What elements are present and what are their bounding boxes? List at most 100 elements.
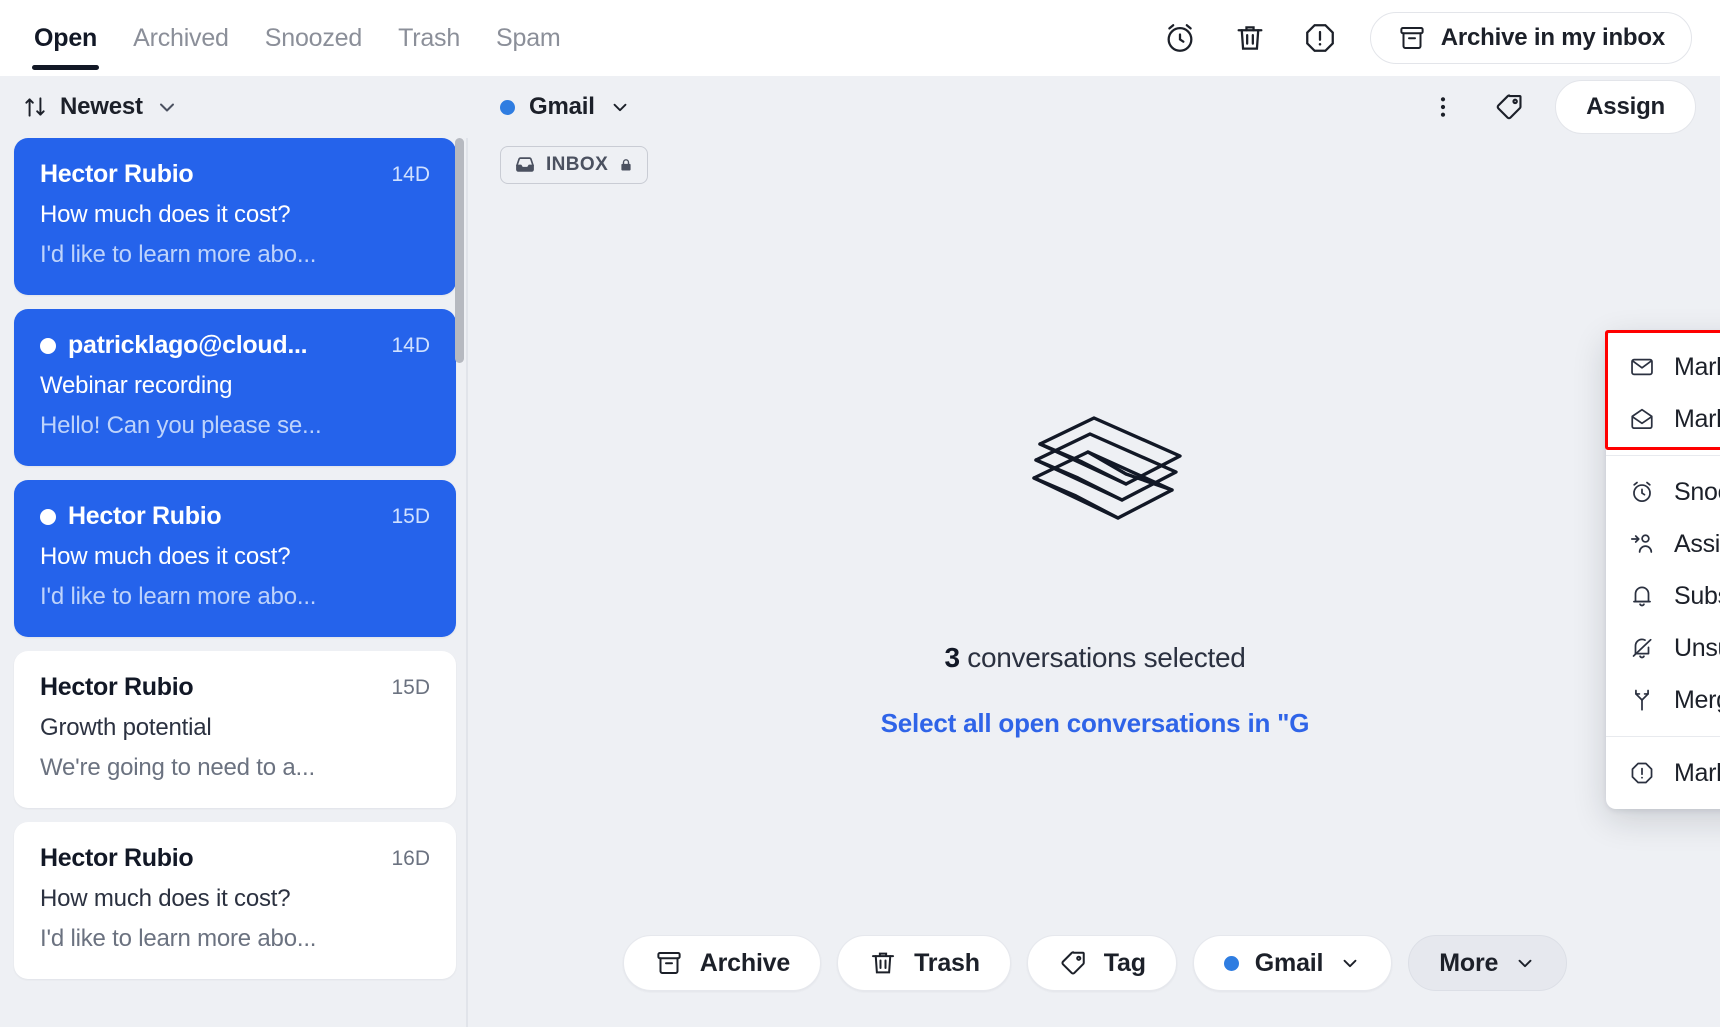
- alarm-clock-icon: [1628, 479, 1656, 505]
- menu-item-label: Assign: [1674, 529, 1720, 558]
- more-actions-menu[interactable]: Mark as unread Mark as read: [1605, 330, 1720, 809]
- alarm-clock-icon[interactable]: [1160, 18, 1200, 58]
- archive-in-my-inbox-label: Archive in my inbox: [1440, 24, 1665, 51]
- tab-trash[interactable]: Trash: [380, 0, 478, 76]
- menu-group-read-state: Mark as unread Mark as read: [1606, 331, 1720, 455]
- menu-item-mark-as-read[interactable]: Mark as read: [1606, 393, 1720, 445]
- list-item-age: 14D: [391, 333, 430, 357]
- menu-item-subscribe[interactable]: Subscribe: [1606, 570, 1720, 622]
- detail-header-actions: Assign: [1423, 80, 1696, 134]
- archive-button-label: Archive: [699, 948, 791, 977]
- list-item-age: 15D: [391, 504, 430, 528]
- tag-icon[interactable]: [1489, 87, 1529, 127]
- octagon-alert-icon: [1628, 760, 1656, 786]
- gmail-channel-button[interactable]: Gmail: [1192, 935, 1393, 991]
- conversation-detail-column: Gmail Assign INBOX 3 conversations selec…: [470, 76, 1720, 1027]
- list-item-header: Hector Rubio 15D: [40, 673, 430, 702]
- tag-icon: [1058, 948, 1088, 978]
- inbox-badge-label: INBOX: [546, 154, 609, 175]
- sort-control[interactable]: Newest: [0, 76, 470, 138]
- menu-item-label: Snooze: [1674, 477, 1720, 506]
- tab-archived[interactable]: Archived: [115, 0, 247, 76]
- column-divider: [466, 138, 468, 1027]
- menu-item-mark-as-unread[interactable]: Mark as unread: [1606, 341, 1720, 393]
- menu-item-assign[interactable]: Assign: [1606, 518, 1720, 570]
- envelope-open-icon: [1628, 406, 1656, 432]
- unread-dot-icon: [40, 508, 56, 525]
- octagon-alert-icon[interactable]: [1300, 18, 1340, 58]
- channel-label: Gmail: [529, 93, 595, 120]
- conversation-list-scrollbar[interactable]: [455, 138, 464, 363]
- list-item[interactable]: Hector Rubio 14D How much does it cost? …: [14, 138, 456, 295]
- archive-box-icon: [1397, 23, 1427, 53]
- list-item-sender: Hector Rubio: [68, 502, 222, 530]
- tab-label: Snoozed: [264, 23, 363, 52]
- menu-item-snooze[interactable]: Snooze: [1606, 466, 1720, 518]
- top-bar-actions: Archive in my inbox: [1160, 12, 1692, 64]
- list-item[interactable]: Hector Rubio 15D Growth potential We're …: [14, 651, 456, 808]
- trash-button-label: Trash: [914, 948, 980, 977]
- assign-label: Assign: [1586, 93, 1665, 120]
- lock-icon: [618, 157, 634, 173]
- person-arrow-icon: [1628, 531, 1656, 557]
- tab-open[interactable]: Open: [16, 0, 115, 76]
- inbox-folder-badge[interactable]: INBOX: [500, 146, 649, 184]
- menu-item-merge-conversations[interactable]: Merge conversations: [1606, 674, 1720, 726]
- bell-icon: [1628, 583, 1656, 609]
- bell-slash-icon: [1628, 635, 1656, 661]
- blue-dot-icon: [1223, 955, 1239, 971]
- list-item-sender: patricklago@cloud...: [68, 331, 308, 359]
- select-all-conversations-link[interactable]: Select all open conversations in "G: [881, 708, 1310, 739]
- selection-count-text: conversations selected: [959, 642, 1246, 673]
- tab-label: Trash: [398, 23, 461, 52]
- main-body: Newest Hector Rubio 14D How much does it…: [0, 76, 1720, 1027]
- list-item[interactable]: patricklago@cloud... 14D Webinar recordi…: [14, 309, 456, 466]
- inbox-tray-icon: [514, 154, 536, 176]
- list-item-subject: Webinar recording: [40, 372, 233, 399]
- sort-arrows-icon: [22, 94, 48, 120]
- sort-label: Newest: [60, 93, 143, 120]
- tag-button[interactable]: Tag: [1026, 935, 1177, 991]
- list-item[interactable]: Hector Rubio 15D How much does it cost? …: [14, 480, 456, 637]
- trash-button[interactable]: Trash: [837, 935, 1011, 991]
- menu-item-label: Mark as unread: [1674, 352, 1720, 381]
- list-item-subject: Growth potential: [40, 714, 212, 741]
- tab-label: Open: [34, 23, 98, 52]
- list-item-preview: I'd like to learn more abo...: [40, 925, 317, 952]
- menu-item-label: Mark as read: [1674, 404, 1720, 433]
- envelope-closed-icon: [1628, 354, 1656, 380]
- archive-box-icon: [654, 948, 684, 978]
- list-item-preview: We're going to need to a...: [40, 754, 315, 781]
- archive-button[interactable]: Archive: [622, 935, 822, 991]
- list-item-preview: I'd like to learn more abo...: [40, 583, 317, 610]
- tab-spam[interactable]: Spam: [478, 0, 579, 76]
- more-button-label: More: [1439, 948, 1499, 977]
- channel-selector[interactable]: Gmail: [500, 93, 631, 121]
- more-button[interactable]: More: [1408, 935, 1568, 991]
- selection-count: 3 conversations selected: [945, 642, 1246, 674]
- chevron-down-icon: [1514, 952, 1536, 974]
- conversation-list[interactable]: Hector Rubio 14D How much does it cost? …: [0, 138, 470, 1027]
- empty-state: 3 conversations selected Select all open…: [470, 184, 1720, 1027]
- list-item-header: Hector Rubio 15D: [40, 502, 430, 531]
- assign-button[interactable]: Assign: [1555, 80, 1696, 134]
- list-item[interactable]: Hector Rubio 16D How much does it cost? …: [14, 822, 456, 979]
- menu-item-mark-as-spam[interactable]: Mark as spam: [1606, 747, 1720, 799]
- trash-icon[interactable]: [1230, 18, 1270, 58]
- tab-label: Archived: [133, 23, 229, 52]
- tab-snoozed[interactable]: Snoozed: [247, 0, 380, 76]
- list-item-header: patricklago@cloud... 14D: [40, 331, 430, 360]
- menu-item-unsubscribe[interactable]: Unsubscribe: [1606, 622, 1720, 674]
- list-item-header: Hector Rubio 16D: [40, 844, 430, 873]
- archive-in-my-inbox-button[interactable]: Archive in my inbox: [1369, 12, 1692, 64]
- conversation-list-column: Newest Hector Rubio 14D How much does it…: [0, 76, 470, 1027]
- menu-item-label: Mark as spam: [1674, 758, 1720, 787]
- vertical-dots-icon[interactable]: [1423, 87, 1463, 127]
- detail-header: Gmail Assign: [470, 76, 1720, 138]
- list-item-sender: Hector Rubio: [40, 844, 194, 872]
- menu-group-actions: Snooze Assign: [1606, 455, 1720, 736]
- envelopes-illustration: [1030, 412, 1200, 532]
- tab-label: Spam: [496, 23, 561, 52]
- menu-item-label: Merge conversations: [1674, 685, 1720, 714]
- chevron-down-icon: [1339, 952, 1361, 974]
